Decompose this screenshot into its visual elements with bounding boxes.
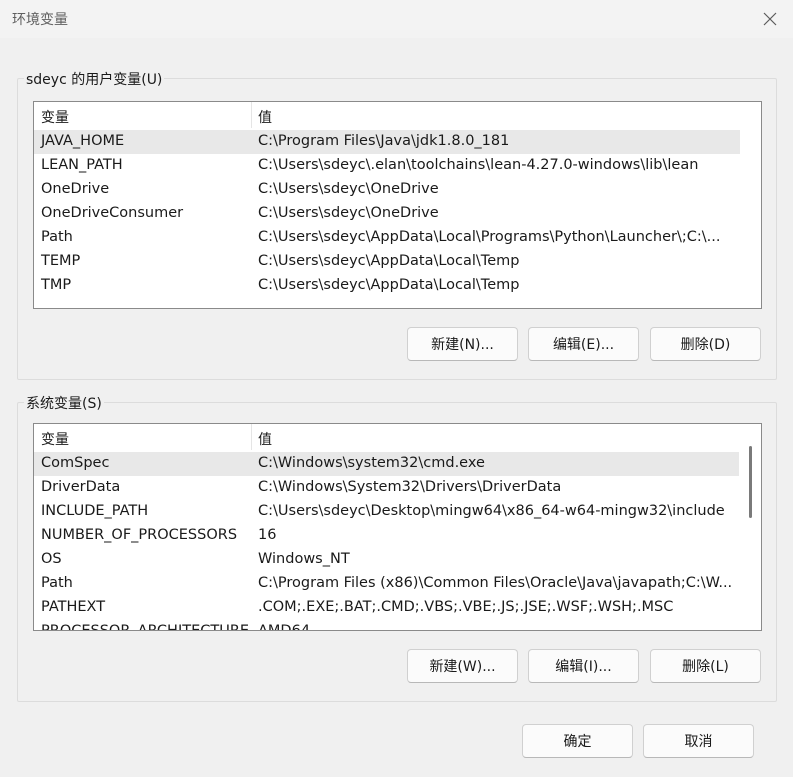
variable-name-cell: Path: [41, 229, 73, 245]
user-delete-button[interactable]: 删除(D): [650, 327, 761, 361]
variable-name-cell: INCLUDE_PATH: [41, 503, 149, 519]
variable-value-cell: C:\Users\sdeyc\OneDrive: [258, 205, 439, 221]
system-new-button[interactable]: 新建(W)...: [407, 649, 518, 683]
variable-name-cell: JAVA_HOME: [41, 133, 125, 149]
variable-name-cell: NUMBER_OF_PROCESSORS: [41, 527, 238, 543]
table-row[interactable]: Path C:\Users\sdeyc\AppData\Local\Program…: [34, 226, 740, 250]
variable-name-cell: TMP: [41, 277, 72, 293]
table-row[interactable]: NUMBER_OF_PROCESSORS 16: [34, 524, 740, 548]
table-row[interactable]: JAVA_HOME C:\Program Files\Java\jdk1.8.0_…: [34, 130, 740, 154]
variable-name-cell: ComSpec: [41, 455, 110, 471]
variable-name-cell: OneDriveConsumer: [41, 205, 184, 221]
close-button[interactable]: [747, 0, 793, 38]
table-row[interactable]: OneDriveConsumer C:\Users\sdeyc\OneDrive: [34, 202, 740, 226]
variable-value-cell: C:\Users\sdeyc\AppData\Local\Temp: [258, 277, 520, 293]
column-header-value[interactable]: 值: [258, 429, 272, 449]
table-row[interactable]: OS Windows_NT: [34, 548, 740, 572]
column-header-value[interactable]: 值: [258, 107, 272, 127]
variable-value-cell: C:\Program Files\Java\jdk1.8.0_181: [258, 133, 510, 149]
variable-value-cell: AMD64: [258, 623, 311, 631]
variable-name-cell: OS: [41, 551, 62, 567]
variable-value-cell: C:\Users\sdeyc\OneDrive: [258, 181, 439, 197]
variable-value-cell: C:\Users\sdeyc\AppData\Local\Temp: [258, 253, 520, 269]
variable-name-cell: LEAN_PATH: [41, 157, 123, 173]
variable-name-cell: PATHEXT: [41, 599, 106, 615]
table-row[interactable]: LEAN_PATH C:\Users\sdeyc\.elan\toolchains…: [34, 154, 740, 178]
variable-value-cell: .COM;.EXE;.BAT;.CMD;.VBS;.VBE;.JS;.JSE;.…: [258, 599, 674, 615]
column-separator[interactable]: [251, 424, 252, 450]
column-header-variable[interactable]: 变量: [41, 107, 69, 127]
system-variables-label: 系统变量(S): [24, 393, 104, 413]
user-variables-list[interactable]: 变量 值 JAVA_HOME C:\Program Files\Java\jdk1…: [33, 101, 762, 309]
system-delete-button[interactable]: 删除(L): [650, 649, 761, 683]
variable-name-cell: DriverData: [41, 479, 121, 495]
title-bar: 环境变量: [0, 0, 793, 38]
column-separator[interactable]: [251, 102, 252, 128]
variable-value-cell: C:\Users\sdeyc\AppData\Local\Programs\Py…: [258, 229, 721, 245]
variable-name-cell: PROCESSOR_ARCHITECTURE: [41, 623, 250, 631]
system-edit-button[interactable]: 编辑(I)...: [528, 649, 639, 683]
cancel-button[interactable]: 取消: [643, 724, 754, 758]
scrollbar-thumb[interactable]: [749, 446, 752, 518]
table-row[interactable]: PATHEXT .COM;.EXE;.BAT;.CMD;.VBS;.VBE;.JS…: [34, 596, 740, 620]
variable-value-cell: C:\Windows\system32\cmd.exe: [258, 455, 485, 471]
environment-variables-dialog: 环境变量 sdeyc 的用户变量(U) 变量 值 JAVA_HOME C:\Pro…: [0, 0, 793, 777]
table-row[interactable]: PROCESSOR_ARCHITECTURE AMD64: [34, 620, 740, 631]
close-icon: [763, 12, 777, 26]
variable-value-cell: C:\Windows\System32\Drivers\DriverData: [258, 479, 562, 495]
variable-value-cell: Windows_NT: [258, 551, 350, 567]
variable-value-cell: C:\Users\sdeyc\.elan\toolchains\lean-4.2…: [258, 157, 699, 173]
variable-name-cell: OneDrive: [41, 181, 110, 197]
window-title: 环境变量: [12, 12, 68, 28]
table-row[interactable]: INCLUDE_PATH C:\Users\sdeyc\Desktop\mingw…: [34, 500, 740, 524]
user-variables-label: sdeyc 的用户变量(U): [24, 69, 165, 89]
user-new-button[interactable]: 新建(N)...: [407, 327, 518, 361]
variable-value-cell: C:\Users\sdeyc\Desktop\mingw64\x86_64-w6…: [258, 503, 725, 519]
table-row[interactable]: OneDrive C:\Users\sdeyc\OneDrive: [34, 178, 740, 202]
table-row[interactable]: ComSpec C:\Windows\system32\cmd.exe: [34, 452, 740, 476]
ok-button[interactable]: 确定: [522, 724, 633, 758]
table-row[interactable]: TMP C:\Users\sdeyc\AppData\Local\Temp: [34, 274, 740, 298]
column-header-variable[interactable]: 变量: [41, 429, 69, 449]
variable-value-cell: 16: [258, 527, 277, 543]
user-variables-header: 变量 值: [34, 102, 761, 128]
variable-value-cell: C:\Program Files (x86)\Common Files\Orac…: [258, 575, 733, 591]
system-variables-list[interactable]: 变量 值 ComSpec C:\Windows\system32\cmd.exe D…: [33, 423, 762, 631]
system-variables-scrollbar[interactable]: [739, 424, 761, 630]
table-row[interactable]: TEMP C:\Users\sdeyc\AppData\Local\Temp: [34, 250, 740, 274]
system-variables-header: 变量 值: [34, 424, 761, 450]
variable-name-cell: TEMP: [41, 253, 81, 269]
variable-name-cell: Path: [41, 575, 73, 591]
table-row[interactable]: Path C:\Program Files (x86)\Common Files\…: [34, 572, 740, 596]
table-row[interactable]: DriverData C:\Windows\System32\Drivers\Dr…: [34, 476, 740, 500]
user-edit-button[interactable]: 编辑(E)...: [528, 327, 639, 361]
